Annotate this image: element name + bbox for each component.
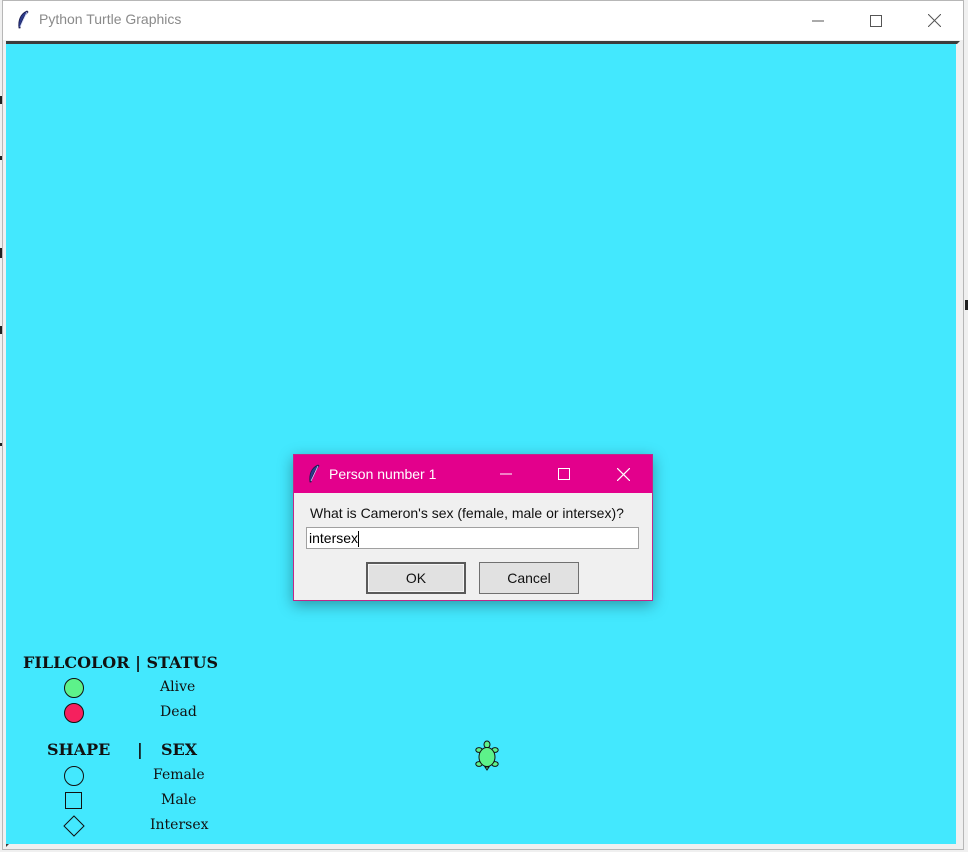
cancel-button[interactable]: Cancel	[479, 562, 579, 594]
maximize-icon	[870, 14, 882, 27]
edge-artifact	[0, 96, 2, 104]
input-dialog: Person number 1 What is Cameron's sex (f…	[293, 454, 653, 601]
alive-label: Alive	[160, 679, 196, 695]
minimize-button[interactable]	[789, 1, 847, 40]
dialog-prompt: What is Cameron's sex (female, male or i…	[310, 505, 624, 521]
dead-label: Dead	[160, 704, 197, 720]
minimize-icon	[812, 20, 824, 21]
window-title: Python Turtle Graphics	[39, 11, 182, 27]
feather-app-icon	[18, 10, 29, 29]
edge-artifact	[0, 156, 2, 160]
male-label: Male	[161, 792, 197, 808]
dialog-maximize-button[interactable]	[535, 455, 593, 493]
close-icon	[927, 14, 941, 27]
maximize-button[interactable]	[847, 1, 905, 40]
intersex-label: Intersex	[150, 817, 209, 833]
close-icon	[616, 467, 630, 481]
female-label: Female	[153, 767, 205, 783]
sex-input-field[interactable]: intersex	[306, 527, 639, 549]
sex-header: SEX	[161, 740, 198, 759]
close-button[interactable]	[905, 1, 963, 40]
dialog-title: Person number 1	[329, 466, 437, 482]
dead-color-swatch	[64, 703, 84, 723]
edge-artifact	[0, 443, 2, 446]
minimize-icon	[500, 473, 512, 475]
dialog-close-button[interactable]	[594, 455, 652, 493]
turtle-canvas[interactable]	[6, 44, 956, 844]
square-shape-icon	[65, 792, 82, 809]
turtle-icon	[475, 740, 499, 771]
fillcolor-status-header: FILLCOLOR | STATUS	[23, 653, 218, 672]
window-titlebar[interactable]: Python Turtle Graphics	[3, 1, 963, 40]
alive-color-swatch	[64, 678, 84, 698]
edge-artifact	[0, 326, 2, 334]
dialog-minimize-button[interactable]	[477, 455, 535, 493]
circle-shape-icon	[64, 766, 84, 786]
input-value: intersex	[309, 530, 359, 546]
text-caret	[358, 531, 360, 548]
edge-artifact	[0, 248, 2, 258]
dialog-titlebar[interactable]: Person number 1	[294, 455, 652, 493]
ok-button[interactable]: OK	[366, 562, 466, 594]
diamond-shape-icon	[63, 815, 85, 837]
feather-dialog-icon	[309, 464, 320, 483]
maximize-icon	[558, 468, 570, 480]
shape-header: SHAPE	[47, 740, 111, 759]
shape-header-separator: |	[137, 740, 143, 759]
